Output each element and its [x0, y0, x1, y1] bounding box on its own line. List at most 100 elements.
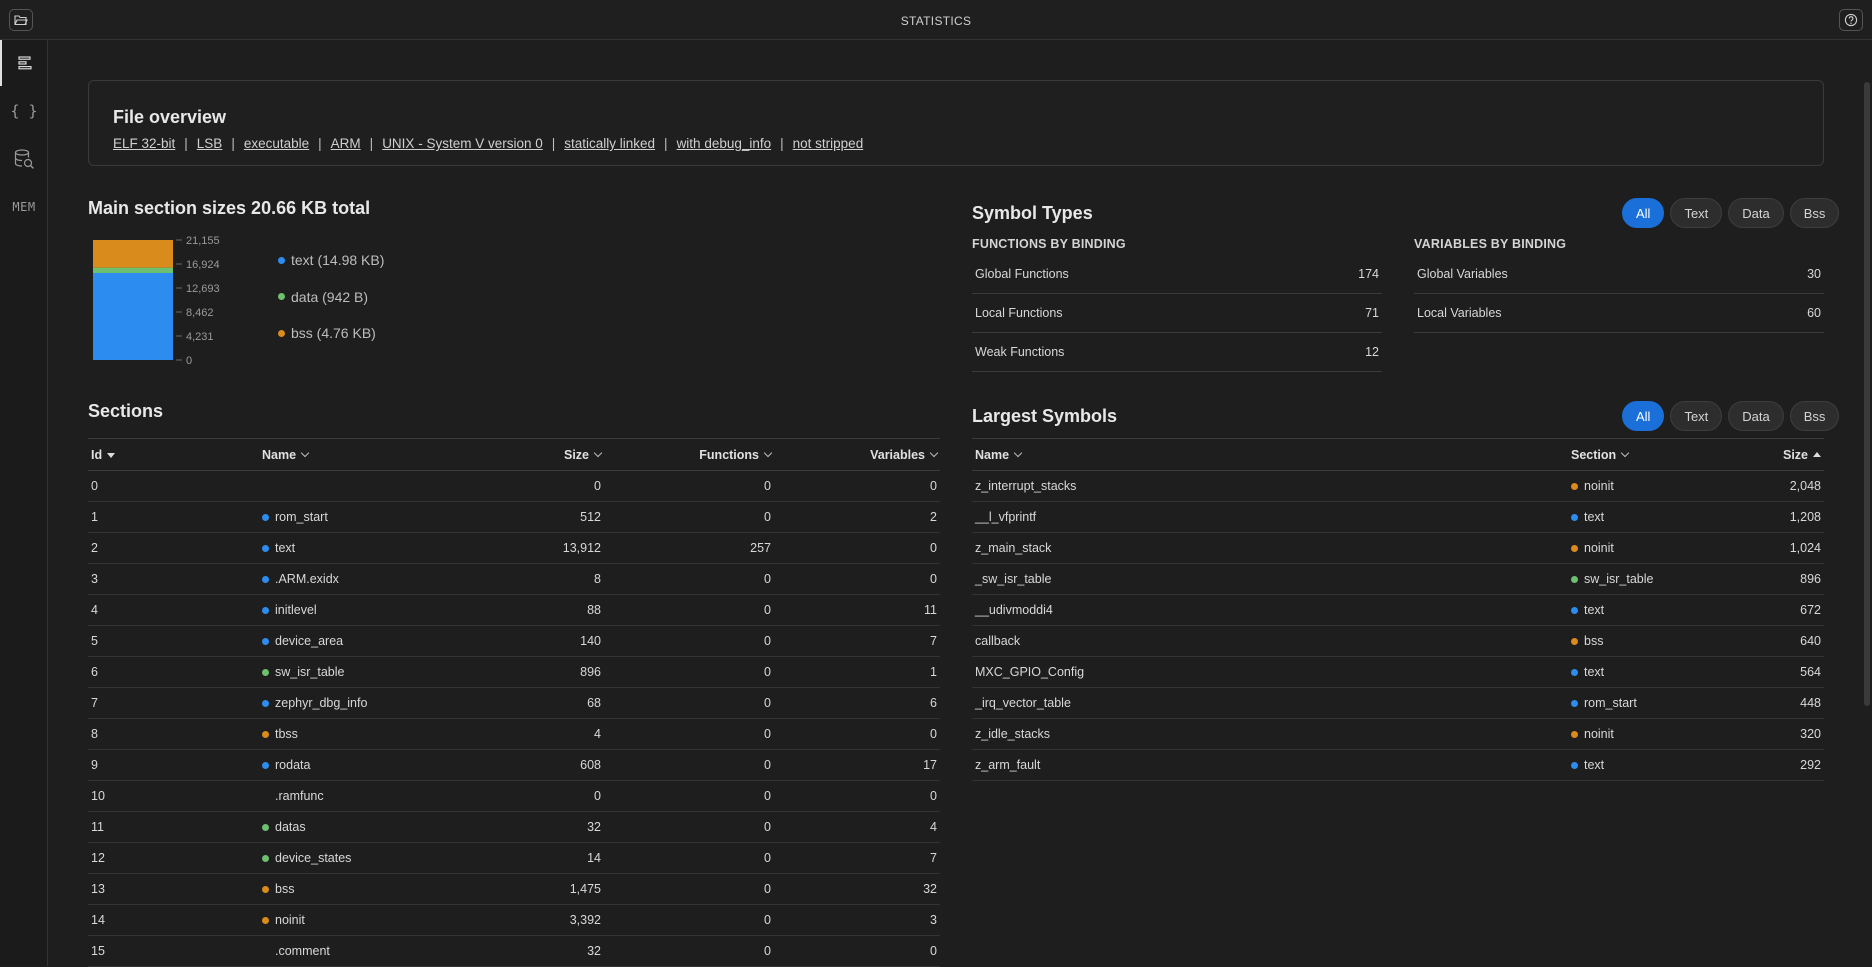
col-variables-header[interactable]: Variables	[774, 438, 940, 471]
cell-symbol-size: 320	[1748, 718, 1824, 750]
col-name-header[interactable]: Name	[259, 438, 481, 471]
cell-symbol-name: __udivmoddi4	[972, 594, 1568, 626]
col-size-header[interactable]: Size	[481, 438, 604, 471]
table-row[interactable]: z_arm_fault text 292	[972, 749, 1824, 781]
section-color-dot	[262, 575, 269, 583]
table-row[interactable]: 0000	[88, 470, 940, 502]
sidebar-item-statistics[interactable]	[0, 40, 48, 86]
table-row[interactable]: z_idle_stacks noinit 320	[972, 718, 1824, 750]
filter-bss-button[interactable]: Bss	[1789, 401, 1840, 431]
chevron-down-icon	[929, 448, 939, 457]
table-row[interactable]: __udivmoddi4 text 672	[972, 594, 1824, 626]
binding-label: Local Functions	[975, 306, 1063, 320]
cell-name: sw_isr_table	[259, 656, 481, 688]
section-wrapper: rom_start	[1571, 696, 1745, 710]
filter-all-button[interactable]: All	[1622, 401, 1665, 431]
cell-symbol-size: 448	[1748, 687, 1824, 719]
scrollbar-thumb[interactable]	[1864, 82, 1870, 706]
table-row[interactable]: 4 initlevel 88 0 11	[88, 594, 940, 626]
table-row[interactable]: 2 text 13,912 257 0	[88, 532, 940, 564]
scrollbar[interactable]	[1862, 40, 1872, 966]
col-section-header[interactable]: Section	[1568, 438, 1748, 471]
cell-variables: 0	[774, 532, 940, 564]
table-row[interactable]: MXC_GPIO_Config text 564	[972, 656, 1824, 688]
name-wrapper: bss	[262, 882, 478, 896]
table-row[interactable]: 15 .comment 32 0 0	[88, 935, 940, 967]
table-row[interactable]: 11 datas 32 0 4	[88, 811, 940, 843]
symbol-types-title: Symbol Types	[972, 203, 1093, 223]
cell-section: rom_start	[1568, 687, 1748, 719]
filter-text-button[interactable]: Text	[1670, 198, 1723, 228]
table-row[interactable]: 10 .ramfunc 0 0 0	[88, 780, 940, 812]
name-wrapper: .comment	[262, 944, 478, 958]
cell-name: zephyr_dbg_info	[259, 687, 481, 719]
cell-id: 2	[88, 532, 259, 564]
table-row[interactable]: 6 sw_isr_table 896 0 1	[88, 656, 940, 688]
binding-row: Local Functions 71	[972, 294, 1382, 333]
filter-all-button[interactable]: All	[1622, 198, 1665, 228]
filter-text-button[interactable]: Text	[1670, 401, 1723, 431]
cell-functions: 0	[604, 656, 774, 688]
table-row[interactable]: z_interrupt_stacks noinit 2,048	[972, 470, 1824, 502]
col-functions-header[interactable]: Functions	[604, 438, 774, 471]
table-row[interactable]: 3 .ARM.exidx 8 0 0	[88, 563, 940, 595]
table-row[interactable]: 1 rom_start 512 0 2	[88, 501, 940, 533]
cell-name: rodata	[259, 749, 481, 781]
cell-id: 0	[88, 470, 259, 502]
window-title: STATISTICS	[900, 14, 972, 28]
sidebar-item-mem[interactable]: MEM	[0, 184, 48, 230]
overview-tag[interactable]: with debug_info	[677, 136, 772, 151]
section-name: datas	[275, 820, 306, 834]
name-wrapper: .ARM.exidx	[262, 572, 478, 586]
overview-tag[interactable]: ELF 32-bit	[113, 136, 175, 151]
table-row[interactable]: 9 rodata 608 0 17	[88, 749, 940, 781]
table-row[interactable]: _irq_vector_table rom_start 448	[972, 687, 1824, 719]
cell-functions: 0	[604, 470, 774, 502]
section-name: rodata	[275, 758, 311, 772]
col-symbol-size-label: Size	[1782, 447, 1808, 462]
cell-name: rom_start	[259, 501, 481, 533]
cell-name: bss	[259, 873, 481, 905]
filter-bss-button[interactable]: Bss	[1789, 198, 1840, 228]
col-size-label: Size	[563, 447, 589, 462]
tag-separator: |	[551, 136, 556, 151]
variables-by-binding-heading: VARIABLES BY BINDING	[1414, 237, 1567, 251]
table-row[interactable]: 14 noinit 3,392 0 3	[88, 904, 940, 936]
table-row[interactable]: _sw_isr_table sw_isr_table 896	[972, 563, 1824, 595]
col-symbol-name-header[interactable]: Name	[972, 438, 1568, 471]
table-row[interactable]: 12 device_states 14 0 7	[88, 842, 940, 874]
overview-tag[interactable]: UNIX - System V version 0	[382, 136, 543, 151]
filter-data-button[interactable]: Data	[1728, 401, 1784, 431]
section-color-dot	[262, 823, 269, 831]
table-row[interactable]: 13 bss 1,475 0 32	[88, 873, 940, 905]
cell-functions: 0	[604, 718, 774, 750]
overview-tag[interactable]: not stripped	[793, 136, 864, 151]
col-id-header[interactable]: Id	[88, 438, 259, 471]
cell-section: text	[1568, 501, 1748, 533]
legend-label: text (14.98 KB)	[291, 252, 385, 268]
table-row[interactable]: 5 device_area 140 0 7	[88, 625, 940, 657]
table-row[interactable]: callback bss 640	[972, 625, 1824, 657]
cell-symbol-size: 1,208	[1748, 501, 1824, 533]
sidebar-item-database[interactable]	[0, 136, 48, 182]
sidebar-item-symbols[interactable]: { }	[0, 88, 48, 134]
y-tick-label: 4,231	[186, 331, 214, 343]
section-color-dot	[262, 885, 269, 893]
cell-section: noinit	[1568, 470, 1748, 502]
overview-tag[interactable]: ARM	[331, 136, 361, 151]
table-row[interactable]: 8 tbss 4 0 0	[88, 718, 940, 750]
table-row[interactable]: z_main_stack noinit 1,024	[972, 532, 1824, 564]
section-color-dot	[1571, 761, 1578, 769]
overview-tag[interactable]: executable	[244, 136, 309, 151]
cell-variables: 0	[774, 718, 940, 750]
largest-symbols-filters: All Text Data Bss	[1622, 401, 1840, 431]
cell-section: text	[1568, 656, 1748, 688]
overview-tag[interactable]: statically linked	[564, 136, 655, 151]
filter-data-button[interactable]: Data	[1728, 198, 1784, 228]
table-row[interactable]: __l_vfprintf text 1,208	[972, 501, 1824, 533]
overview-tag[interactable]: LSB	[197, 136, 223, 151]
cell-id: 5	[88, 625, 259, 657]
table-row[interactable]: 7 zephyr_dbg_info 68 0 6	[88, 687, 940, 719]
help-button[interactable]	[1839, 9, 1863, 31]
col-symbol-size-header[interactable]: Size	[1748, 438, 1824, 471]
